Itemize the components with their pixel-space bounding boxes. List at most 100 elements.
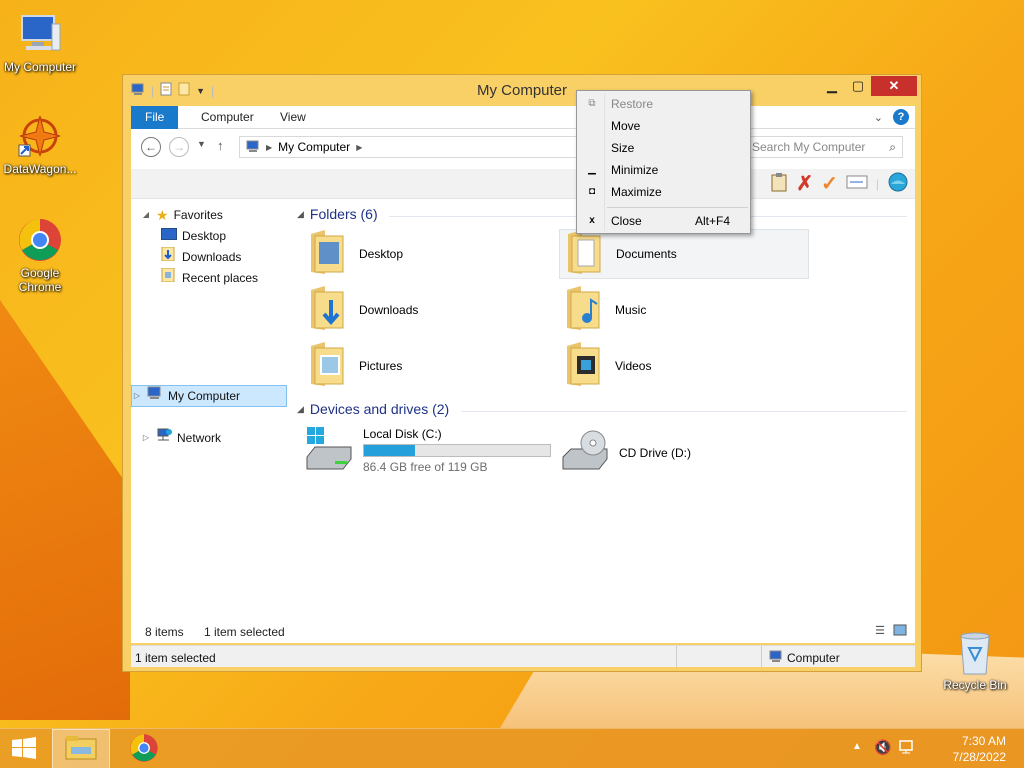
delete-icon[interactable]: ✗ (796, 171, 813, 196)
up-button[interactable]: ↑ (217, 138, 224, 153)
taskbar-file-explorer[interactable] (52, 729, 110, 768)
command-toolbar: ✗ ✓ | (131, 169, 915, 199)
folders-group-header[interactable]: ◢ Folders (6) (297, 206, 378, 222)
start-button[interactable] (0, 729, 48, 768)
menu-item-minimize[interactable]: ▁ Minimize (577, 159, 750, 181)
drive-label: Local Disk (C:) (363, 427, 442, 441)
folder-downloads[interactable]: Downloads (303, 285, 543, 335)
computer-icon (246, 140, 260, 155)
nav-item-label: Desktop (182, 229, 227, 243)
collapsed-chevron-icon[interactable]: ▷ (132, 386, 142, 406)
folder-desktop[interactable]: Desktop (303, 229, 543, 279)
help-icon[interactable]: ? (893, 109, 909, 125)
nav-favorites[interactable]: ◢ ★ Favorites (141, 205, 223, 225)
search-placeholder: Search My Computer (752, 140, 866, 154)
tab-file[interactable]: File (131, 106, 179, 129)
menu-item-label: Maximize (611, 185, 662, 199)
menu-item-restore[interactable]: ⧉ Restore (577, 93, 750, 115)
maximize-button[interactable]: ▢ (845, 76, 871, 96)
expanded-chevron-icon: ◢ (297, 208, 304, 219)
menu-item-size[interactable]: Size (577, 137, 750, 159)
status-location: Computer (769, 650, 840, 665)
show-hidden-icons-chevron-icon[interactable]: ▲ (852, 741, 862, 752)
desktop-icon-my-computer[interactable]: My Computer (0, 10, 80, 74)
devices-group-header[interactable]: ◢ Devices and drives (2) (297, 401, 449, 417)
close-icon: x (589, 215, 595, 226)
nav-item-label: Favorites (173, 208, 223, 222)
back-button[interactable]: ← (141, 137, 161, 157)
close-button[interactable]: ✕ (871, 76, 917, 96)
nav-item-label: Downloads (182, 250, 242, 264)
menu-item-label: Minimize (611, 163, 659, 177)
nav-downloads[interactable]: Downloads (161, 246, 242, 267)
cd-drive-icon (561, 429, 611, 476)
window-system-menu: ⧉ Restore Move Size ▁ Minimize ◘ Maximiz… (576, 90, 751, 234)
folder-pictures[interactable]: Pictures (303, 341, 543, 391)
menu-item-maximize[interactable]: ◘ Maximize (577, 181, 750, 203)
folder-label: Videos (615, 359, 652, 373)
desktop-icon-chrome[interactable]: Google Chrome (0, 216, 80, 294)
nav-desktop[interactable]: Desktop (160, 226, 227, 246)
folder-music[interactable]: Music (559, 285, 799, 335)
recent-locations-chevron-icon[interactable]: ▼ (197, 139, 206, 149)
group-title: Devices and drives (2) (309, 401, 450, 417)
expanded-chevron-icon[interactable]: ◢ (141, 205, 151, 225)
forward-button[interactable]: → (169, 137, 189, 157)
menu-item-label: Restore (611, 97, 654, 111)
paste-icon[interactable] (770, 172, 788, 195)
taskbar: ▲ 🔇 7:30 AM 7/28/2022 (0, 728, 1024, 768)
nav-my-computer[interactable]: ▷ My Computer (131, 385, 287, 407)
tab-computer[interactable]: Computer (187, 106, 268, 129)
drive-cd-d[interactable]: CD Drive (D:) (561, 429, 691, 476)
folder-label: Documents (616, 247, 677, 261)
folder-documents-icon (566, 229, 606, 279)
collapsed-chevron-icon[interactable]: ▷ (141, 428, 151, 448)
nav-item-label: My Computer (168, 389, 241, 403)
item-count: 8 items (145, 625, 184, 639)
taskbar-clock[interactable]: 7:30 AM 7/28/2022 (953, 733, 1006, 765)
breadcrumb-my-computer[interactable]: My Computer (278, 140, 350, 154)
folder-label: Desktop (359, 247, 404, 261)
ribbon-tabs: File Computer View ⌄ ? (131, 106, 915, 129)
nav-item-label: Network (177, 431, 222, 445)
network-status-icon[interactable] (898, 739, 914, 758)
desktop-icon-label: DataWagon... (3, 162, 77, 176)
menu-item-label: Move (611, 119, 641, 133)
chevron-down-icon[interactable]: ⌄ (874, 111, 883, 124)
nav-network[interactable]: ▷ Network (141, 428, 221, 448)
folder-videos[interactable]: Videos (559, 341, 799, 391)
checkmark-icon[interactable]: ✓ (821, 171, 838, 196)
minimize-button[interactable]: ▁ (819, 76, 845, 96)
title-bar[interactable]: | ▼ | My Computer ▁ ▢ ✕ (123, 75, 921, 105)
search-input[interactable]: Search My Computer ⌕ (741, 136, 903, 158)
breadcrumb-chevron-icon[interactable]: ▶ (356, 143, 362, 152)
volume-muted-icon[interactable]: 🔇 (874, 739, 891, 756)
menu-item-close[interactable]: x Close Alt+F4 (577, 210, 750, 232)
drive-free-space: 86.4 GB free of 119 GB (363, 460, 488, 474)
folder-documents[interactable]: Documents (559, 229, 809, 279)
desktop-icon-label: My Computer (3, 60, 77, 74)
search-icon: ⌕ (889, 139, 896, 154)
details-view-icon[interactable]: ☰ (875, 624, 885, 637)
rename-icon[interactable] (846, 174, 868, 193)
chrome-icon (16, 216, 64, 264)
drive-usage-fill (364, 445, 415, 456)
nav-recent-places[interactable]: Recent places (161, 267, 258, 288)
address-row: ← → ▼ ↑ ▶ My Computer ▶ Search My Comput… (131, 129, 915, 169)
folder-label: Pictures (359, 359, 403, 373)
drive-local-disk-c[interactable]: Local Disk (C:) 86.4 GB free of 119 GB (305, 427, 551, 474)
file-explorer-icon (65, 735, 97, 764)
tab-view[interactable]: View (266, 106, 320, 129)
computer-icon (16, 10, 64, 58)
taskbar-chrome[interactable] (116, 729, 172, 768)
folder-videos-icon (565, 341, 605, 391)
desktop-icon-label: Recycle Bin (943, 678, 1007, 692)
downloads-icon (161, 246, 177, 267)
properties-globe-icon[interactable] (887, 171, 909, 196)
menu-item-move[interactable]: Move (577, 115, 750, 137)
large-icons-view-icon[interactable] (893, 624, 907, 639)
folder-downloads-icon (309, 285, 349, 335)
desktop-icon-datawagon[interactable]: DataWagon... (0, 112, 80, 176)
desktop-icon-recycle-bin[interactable]: Recycle Bin (935, 628, 1015, 692)
chrome-icon (129, 733, 159, 766)
